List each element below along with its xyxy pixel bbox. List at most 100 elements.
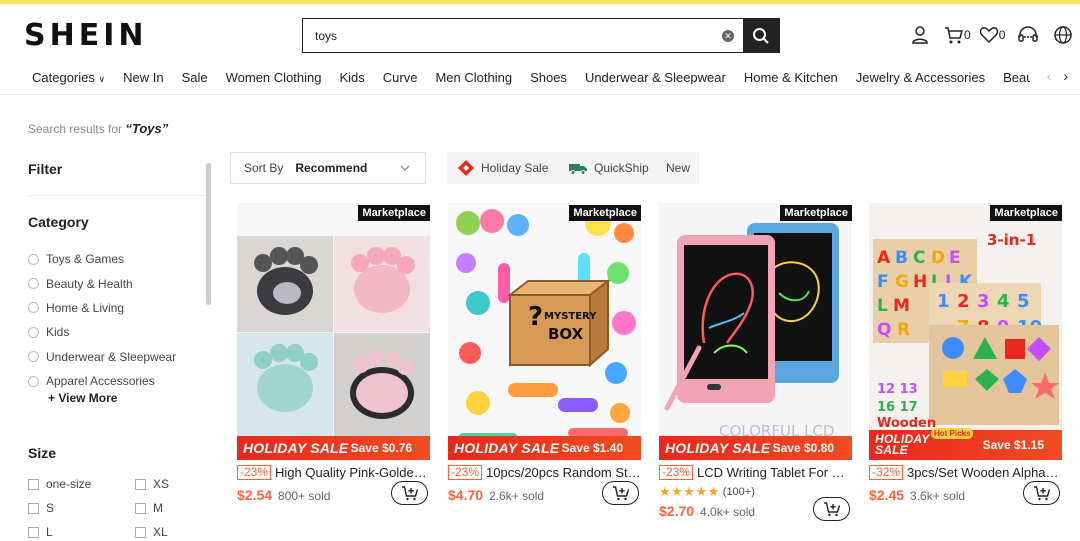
product-title[interactable]: 3pcs/Set Wooden Alphabet Number Shape Pu… [907,465,1062,480]
clear-circle-icon: ✕ [722,29,734,42]
product-image[interactable]: Marketplace HOLIDAY SALE Save $0.76 [237,203,430,460]
add-to-cart-button[interactable] [602,481,639,505]
svg-text:D: D [931,248,945,268]
add-to-cart-icon [401,486,418,501]
svg-text:5: 5 [1017,291,1030,312]
size-option[interactable]: XS [135,477,215,491]
new-chip[interactable]: New [656,152,701,184]
product-card[interactable]: 3-in-1 A B C D E F G H I J K L M Q R 1 2… [869,203,1062,505]
discount-badge: -23% [659,465,694,480]
svg-text:H: H [913,272,927,292]
sidebar-scrollbar[interactable] [206,163,211,305]
size-option[interactable]: one-size [28,477,135,491]
view-more-link[interactable]: + View More [48,391,117,405]
nav-item-jewelry-accessories[interactable]: Jewelry & Accessories [856,70,985,85]
product-title[interactable]: LCD Writing Tablet For Kids Drawing Boar… [697,465,852,480]
category-option[interactable]: Toys & Games [28,247,176,271]
checkbox-icon [28,478,39,490]
nav-item-categories[interactable]: Categories ∨ [32,70,105,85]
product-card[interactable]: Marketplace HOLIDAY SALE Save $0.76 -23%… [237,203,430,505]
checkbox-icon [28,526,39,538]
magnifier-icon [753,27,769,44]
search-button[interactable] [743,19,779,52]
cart-icon [945,27,963,44]
nav-prev-arrow-icon[interactable]: ‹ [1047,68,1052,84]
category-list: Toys & Games Beauty & Health Home & Livi… [28,247,176,393]
cart-button[interactable]: 0 [944,22,971,48]
add-to-cart-button[interactable] [391,481,428,505]
support-button[interactable] [1017,22,1039,48]
nav-item-men-clothing[interactable]: Men Clothing [435,70,512,85]
wooden-puzzle-photo: 3-in-1 A B C D E F G H I J K L M Q R 1 2… [869,203,1062,460]
marketplace-badge: Marketplace [780,205,852,221]
category-option[interactable]: Beauty & Health [28,271,176,295]
svg-text:C: C [913,248,925,268]
nav-item-home-kitchen[interactable]: Home & Kitchen [744,70,838,85]
sold-count: 800+ sold [278,489,331,503]
size-option[interactable]: M [135,501,215,515]
nav-item-kids[interactable]: Kids [339,70,364,85]
nav-item-curve[interactable]: Curve [383,70,418,85]
category-option[interactable]: Underwear & Sleepwear [28,345,176,369]
nav-item-beauty-health[interactable]: Beauty & Health [1003,70,1030,85]
add-to-cart-button[interactable] [1023,481,1060,505]
filter-title: Filter [28,161,63,177]
holiday-sale-banner: HOLIDAY SALE Save $1.40 [448,436,641,460]
hot-picks-tag: Hot Picks [931,428,974,439]
discount-badge: -23% [448,465,483,480]
user-icon [912,26,928,44]
marketplace-badge: Marketplace [358,205,430,221]
nav-item-women-clothing[interactable]: Women Clothing [226,70,322,85]
radio-icon [28,278,39,290]
top-accent-bar [0,0,1080,4]
sort-dropdown[interactable]: Sort By Recommend [230,152,426,184]
product-title[interactable]: High Quality Pink-Golden Cat Paw Squishy… [275,465,430,480]
product-card[interactable]: ? MYSTERY BOX Marketplace HOLIDAY SALE S… [448,203,641,505]
svg-text:B: B [895,248,908,268]
star-rating-icon: ★★★★★ [659,484,720,499]
product-image[interactable]: 3-in-1 A B C D E F G H I J K L M Q R 1 2… [869,203,1062,460]
product-card[interactable]: COLORFUL LCD Marketplace HOLIDAY SALE Sa… [659,203,852,521]
nav-item-underwear-sleepwear[interactable]: Underwear & Sleepwear [585,70,726,85]
holiday-sale-chip[interactable]: Holiday Sale [447,152,559,184]
category-title: Category [28,214,89,230]
category-option[interactable]: Apparel Accessories [28,369,176,393]
add-to-cart-button[interactable] [813,497,850,521]
quickship-chip[interactable]: QuickShip [558,152,659,184]
size-option[interactable]: XL [135,525,215,539]
nav-item-sale[interactable]: Sale [182,70,208,85]
svg-text:R: R [897,320,910,340]
category-nav: Categories ∨ New In Sale Women Clothing … [0,68,1080,95]
nav-item-shoes[interactable]: Shoes [530,70,567,85]
product-image[interactable]: ? MYSTERY BOX Marketplace HOLIDAY SALE S… [448,203,641,460]
nav-item-new-in[interactable]: New In [123,70,163,85]
account-button[interactable] [910,22,930,48]
checkbox-icon [135,526,146,538]
shein-logo[interactable]: SHEIN [24,18,147,53]
category-option[interactable]: Kids [28,320,176,344]
mystery-box-photo: ? MYSTERY BOX [448,203,641,460]
product-title[interactable]: 10pcs/20pcs Random Style Mystery Box Fid… [486,465,641,480]
category-option[interactable]: Home & Living [28,296,176,320]
wishlist-count: 0 [998,28,1006,42]
clear-search-button[interactable]: ✕ [713,19,743,52]
search-bar[interactable]: ✕ [302,18,780,53]
product-price: $2.45 [869,487,905,503]
radio-icon [28,375,39,387]
nav-next-arrow-icon[interactable]: › [1063,68,1068,84]
cart-count: 0 [964,28,971,42]
discount-badge: -32% [869,465,904,480]
radio-icon [28,253,39,265]
size-option[interactable]: L [28,525,135,539]
globe-icon [1054,26,1073,44]
headset-icon [1018,26,1039,42]
sold-count: 2.6k+ sold [489,489,545,503]
wishlist-button[interactable]: 0 [979,22,1006,48]
size-option[interactable]: S [28,501,135,515]
svg-text:BOX: BOX [548,325,584,343]
search-input[interactable] [303,19,713,52]
search-results-heading: Search results for “Toys” [28,121,169,136]
product-image[interactable]: COLORFUL LCD Marketplace HOLIDAY SALE Sa… [659,203,852,460]
language-button[interactable] [1053,22,1073,48]
radio-icon [28,351,39,363]
